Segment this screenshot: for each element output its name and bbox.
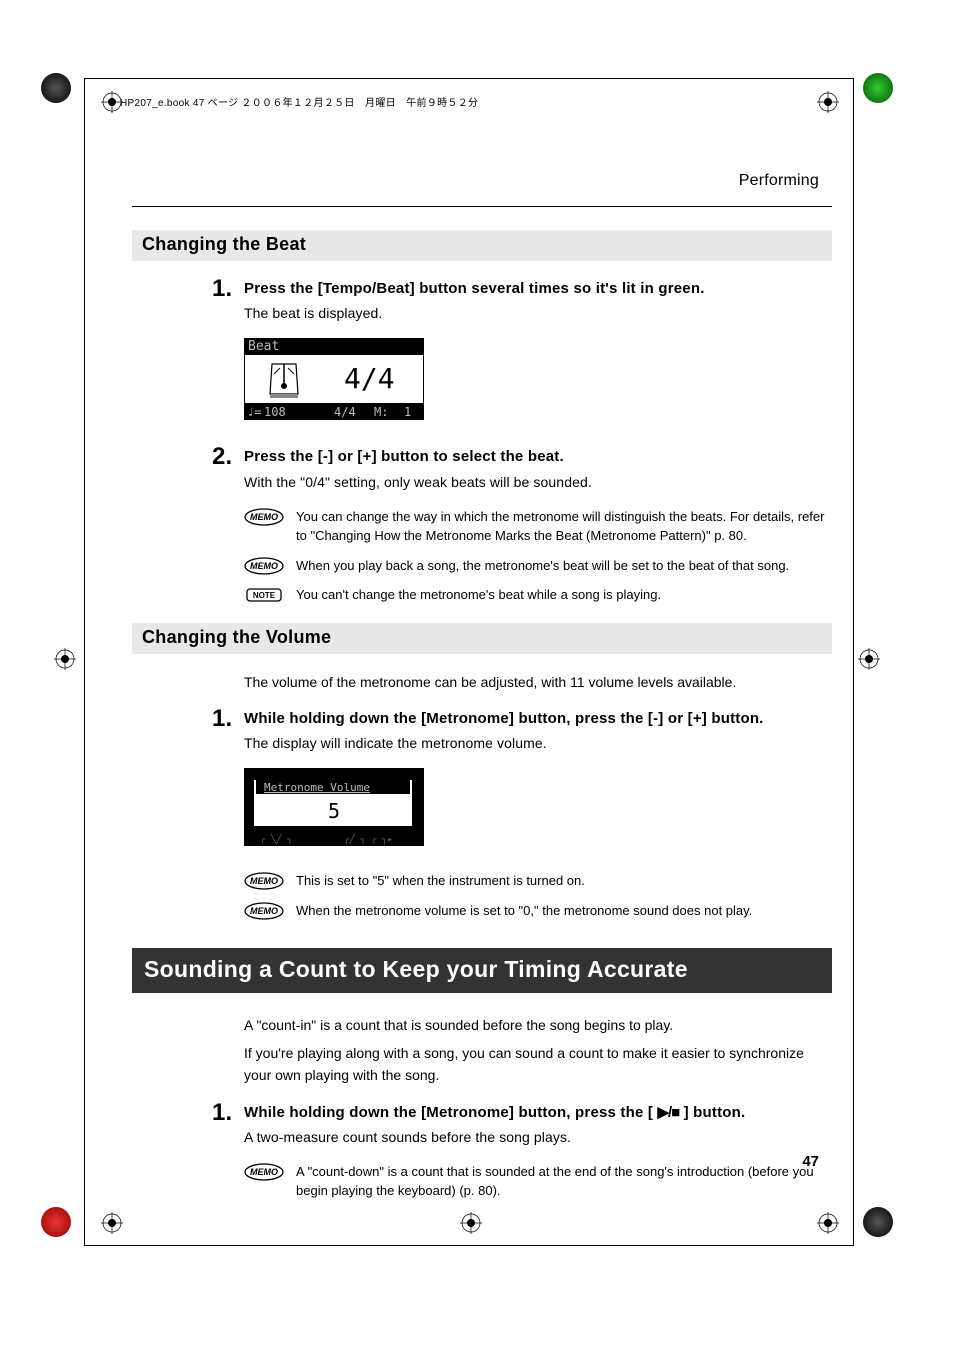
memo-text: When the metronome volume is set to "0,"… [296,901,752,921]
step-body: The beat is displayed. [212,303,832,324]
memo-icon: MEMO [244,872,284,890]
heading-changing-volume: Changing the Volume [132,623,832,654]
memo-text: A "count-down" is a count that is sounde… [296,1162,832,1201]
page-number: 47 [802,1153,819,1170]
heading-sounding-count: Sounding a Count to Keep your Timing Acc… [132,948,832,993]
step-number: 1. [212,703,232,735]
memo-icon: MEMO [244,1163,284,1181]
memo-row: MEMO When the metronome volume is set to… [244,901,832,921]
svg-text:MEMO: MEMO [250,1167,278,1177]
memo-text: You can change the way in which the metr… [296,507,832,546]
crop-line [84,78,85,1246]
svg-text:MEMO: MEMO [250,876,278,886]
svg-text:┌ ╲╱ ┐: ┌ ╲╱ ┐ [260,833,293,845]
svg-text:1: 1 [404,405,411,419]
intro-text: The volume of the metronome can be adjus… [244,672,832,694]
svg-text:M:: M: [374,405,388,419]
step-heading: While holding down the [Metronome] butto… [244,710,764,727]
step-1: 1. While holding down the [Metronome] bu… [212,1103,832,1148]
section-title: Performing [739,172,819,190]
svg-text:MEMO: MEMO [250,512,278,522]
registration-mark-icon [817,91,839,113]
memo-row: MEMO A "count-down" is a count that is s… [244,1162,832,1201]
step-body: The display will indicate the metronome … [212,733,832,754]
step-1: 1. While holding down the [Metronome] bu… [212,709,832,754]
lcd-beat-display: Beat 4/4 ♩= 108 4/4 M: 1 [244,338,832,429]
step-number: 2. [212,441,232,473]
step-number: 1. [212,273,232,305]
step-number: 1. [212,1097,232,1129]
intro-text: A "count-in" is a count that is sounded … [244,1015,832,1037]
note-text: You can't change the metronome's beat wh… [296,585,661,605]
svg-text:Metronome Volume: Metronome Volume [264,781,370,794]
registration-mark-icon [817,1212,839,1234]
svg-text:4/4: 4/4 [344,362,395,395]
memo-text: This is set to "5" when the instrument i… [296,871,585,891]
step-body: A two-measure count sounds before the so… [212,1127,832,1148]
color-circle-icon [41,1207,71,1237]
crop-line [853,78,854,1246]
heading-changing-beat: Changing the Beat [132,230,832,261]
note-icon: NOTE [244,586,284,604]
crop-line [84,78,854,79]
step-2: 2. Press the [-] or [+] button to select… [212,447,832,492]
memo-text: When you play back a song, the metronome… [296,556,789,576]
lcd-volume-display: Metronome Volume 5 ┌ ╲╱ ┐ ┌╱ ┐ ┌ ┐▸ [244,768,832,853]
title-rule [132,206,832,207]
intro-text: If you're playing along with a song, you… [244,1043,832,1086]
color-circle-icon [863,1207,893,1237]
memo-icon: MEMO [244,508,284,526]
note-row: NOTE You can't change the metronome's be… [244,585,832,605]
step-heading: While holding down the [Metronome] butto… [244,1104,745,1121]
step-heading: Press the [-] or [+] button to select th… [244,448,564,465]
registration-mark-icon [54,648,76,670]
step-1: 1. Press the [Tempo/Beat] button several… [212,279,832,324]
svg-text:5: 5 [328,799,340,823]
svg-text:NOTE: NOTE [253,591,276,600]
registration-mark-icon [858,648,880,670]
registration-mark-icon [101,1212,123,1234]
memo-icon: MEMO [244,902,284,920]
step-heading: Press the [Tempo/Beat] button several ti… [244,280,705,297]
book-info: HP207_e.book 47 ページ ２００６年１２月２５日 月曜日 午前９時… [120,94,478,109]
svg-text:MEMO: MEMO [250,906,278,916]
memo-row: MEMO When you play back a song, the metr… [244,556,832,576]
page-content: Changing the Beat 1. Press the [Tempo/Be… [132,230,832,1211]
color-circle-icon [41,73,71,103]
registration-mark-icon [460,1212,482,1234]
svg-text:♩=: ♩= [247,405,261,419]
svg-text:4/4: 4/4 [334,405,356,419]
svg-text:108: 108 [264,405,286,419]
memo-icon: MEMO [244,557,284,575]
step-body: With the "0/4" setting, only weak beats … [212,472,832,493]
memo-row: MEMO You can change the way in which the… [244,507,832,546]
crop-line [84,1245,854,1246]
svg-text:Beat: Beat [248,339,279,354]
play-stop-icon: ▶/■ [657,1104,679,1121]
svg-text:┌╱ ┐ ┌ ┐▸: ┌╱ ┐ ┌ ┐▸ [344,833,393,845]
svg-text:MEMO: MEMO [250,561,278,571]
memo-row: MEMO This is set to "5" when the instrum… [244,871,832,891]
color-circle-icon [863,73,893,103]
